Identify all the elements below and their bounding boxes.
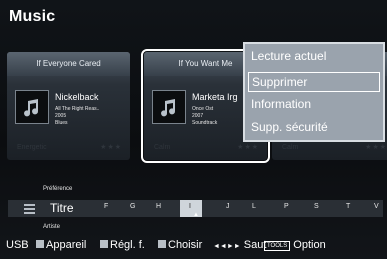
yellow-button-icon — [158, 240, 166, 248]
genre: Blues — [55, 120, 68, 126]
mood-label: Calm — [282, 144, 299, 151]
index-letter[interactable]: S — [314, 203, 319, 210]
music-note-icon — [15, 90, 49, 124]
select-hint[interactable]: Choisir — [158, 239, 202, 251]
tools-badge: TOOLS — [264, 241, 291, 251]
source-label: USB — [6, 239, 29, 251]
index-letter[interactable]: L — [252, 203, 256, 210]
rating-stars: ★★★ — [365, 144, 387, 151]
skip-hint[interactable]: ◄◄►► Saut — [213, 239, 266, 251]
album-name: All The Right Reas.. — [55, 106, 100, 112]
index-letter[interactable]: J — [226, 203, 230, 210]
year: 2005 — [55, 113, 67, 119]
card-footer: Energetic ★★★ — [7, 136, 130, 160]
menu-item-information[interactable]: Information — [248, 95, 380, 114]
device-hint[interactable]: Appareil — [36, 239, 86, 251]
index-letter[interactable]: V — [374, 203, 379, 210]
artist-name: Marketa Irg — [192, 92, 238, 102]
mood-label: Calm — [154, 144, 171, 151]
index-letter[interactable]: G — [130, 203, 135, 210]
sort-current[interactable]: Titre — [50, 201, 74, 215]
song-card[interactable]: If Everyone Cared Nickelback All The Rig… — [7, 52, 130, 160]
album-name: Once Ost — [192, 106, 214, 112]
option-hint[interactable]: TOOLS Option — [264, 239, 326, 251]
artist-name: Nickelback — [55, 92, 99, 102]
settings-hint[interactable]: Régl. f. — [100, 239, 145, 251]
tools-menu: Lecture actuel Supprimer Information Sup… — [243, 42, 385, 142]
page-title: Music — [9, 8, 56, 25]
index-letter[interactable]: F — [104, 203, 108, 210]
song-title: If Everyone Cared — [7, 52, 130, 76]
mood-label: Energetic — [17, 144, 47, 151]
red-button-icon — [36, 240, 44, 248]
rating-stars: ★★★ — [100, 144, 122, 151]
song-meta: All The Right Reas.. 2005 Blues — [55, 106, 99, 127]
sort-option-below[interactable]: Artiste — [43, 224, 60, 230]
year: 2007 — [192, 113, 204, 119]
caret-up-icon: ▲ — [193, 212, 199, 218]
help-bar: USB Appareil Régl. f. Choisir ◄◄►► Saut … — [0, 236, 387, 259]
song-info: Nickelback All The Right Reas.. 2005 Blu… — [7, 90, 130, 130]
rating-stars: ★★★ — [237, 144, 259, 151]
index-letter[interactable]: H — [156, 203, 161, 210]
genre: Soundtrack — [192, 120, 218, 126]
music-note-icon — [152, 90, 186, 124]
menu-item-play-current[interactable]: Lecture actuel — [248, 47, 380, 66]
music-screen: Music If Everyone Cared Nickelback All T… — [0, 0, 387, 259]
index-letter[interactable]: T — [346, 203, 350, 210]
skip-arrows-icon: ◄◄►► — [213, 243, 241, 250]
index-letter[interactable]: P — [284, 203, 289, 210]
menu-item-delete[interactable]: Supprimer — [248, 72, 380, 92]
list-icon — [24, 203, 35, 214]
song-meta: Once Ost 2007 Soundtrack — [192, 106, 217, 127]
green-button-icon — [100, 240, 108, 248]
sort-option-above[interactable]: Préférence — [43, 186, 72, 192]
menu-item-safe-remove[interactable]: Supp. sécurité — [248, 118, 380, 137]
